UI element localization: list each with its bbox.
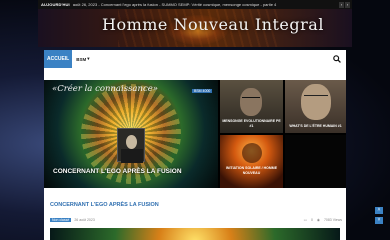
featured-tile-2[interactable]: WHAT'S DE L'ÉTRE HUMAIN #1 [285, 80, 346, 133]
scroll-up-button[interactable]: ˄ [375, 207, 383, 214]
article-title-link[interactable]: CONCERNANT L'EGO APRÈS LA FUSION [50, 202, 159, 208]
chevron-down-icon: ▾ [87, 56, 90, 61]
featured-overlay-text: «Créer la connaissance» [52, 84, 158, 94]
content-panel: «Créer la connaissance» BSM 4000 CONCERN… [44, 68, 346, 240]
nav-menu-label: BSM [76, 56, 87, 62]
category-badge[interactable]: Non classé [50, 217, 72, 222]
tile-3-caption: INITIATION SOLAIRE / HOMME NOUVEAU [225, 166, 278, 175]
ticker-prev-icon[interactable]: ‹ [339, 1, 344, 8]
featured-main-post[interactable]: «Créer la connaissance» BSM 4000 CONCERN… [44, 80, 218, 188]
comment-count[interactable]: 0 [311, 218, 313, 222]
featured-badge: BSM 4000 [192, 89, 213, 93]
main-navigation: ACCUEIL BSM ▾ [44, 50, 346, 68]
featured-tile-3[interactable]: INITIATION SOLAIRE / HOMME NOUVEAU [220, 135, 283, 188]
featured-grid: «Créer la connaissance» BSM 4000 CONCERN… [44, 80, 346, 188]
scroll-down-button[interactable]: ˅ [375, 217, 383, 224]
news-ticker[interactable]: août 26, 2023 - Concernant l'ego après l… [73, 2, 339, 7]
view-count: 7083 Views [323, 217, 342, 222]
ticker-nav: ‹ › [339, 1, 352, 8]
today-label: AUJOURD'HUI [41, 2, 70, 7]
search-icon[interactable] [331, 53, 343, 65]
tile-1-caption: MENSONGE EVOLUTIONNAIRE PE #1 [222, 119, 281, 128]
eye-icon: ◉ [316, 217, 320, 222]
nav-menu-bsm[interactable]: BSM ▾ [76, 56, 89, 62]
featured-main-caption[interactable]: CONCERNANT L'EGO APRÈS LA FUSION [53, 168, 182, 175]
top-news-bar: AUJOURD'HUI août 26, 2023 - Concernant l… [38, 0, 352, 9]
featured-tile-4[interactable] [285, 135, 346, 188]
article-date: 26 août 2023 [74, 217, 95, 222]
portrait-image [117, 128, 145, 163]
ticker-next-icon[interactable]: › [345, 1, 350, 8]
featured-tile-1[interactable]: MENSONGE EVOLUTIONNAIRE PE #1 [220, 80, 283, 133]
article-image[interactable] [50, 228, 340, 240]
article-meta: Non classé 26 août 2023 ▭ 0 ◉ 7083 Views [50, 216, 342, 223]
nav-home-button[interactable]: ACCUEIL [44, 50, 73, 68]
tile-2-caption: WHAT'S DE L'ÉTRE HUMAIN #1 [289, 124, 342, 128]
site-title[interactable]: Homme Nouveau Integral [102, 15, 324, 34]
comment-icon: ▭ [303, 217, 307, 222]
site-header: Homme Nouveau Integral [38, 9, 352, 47]
